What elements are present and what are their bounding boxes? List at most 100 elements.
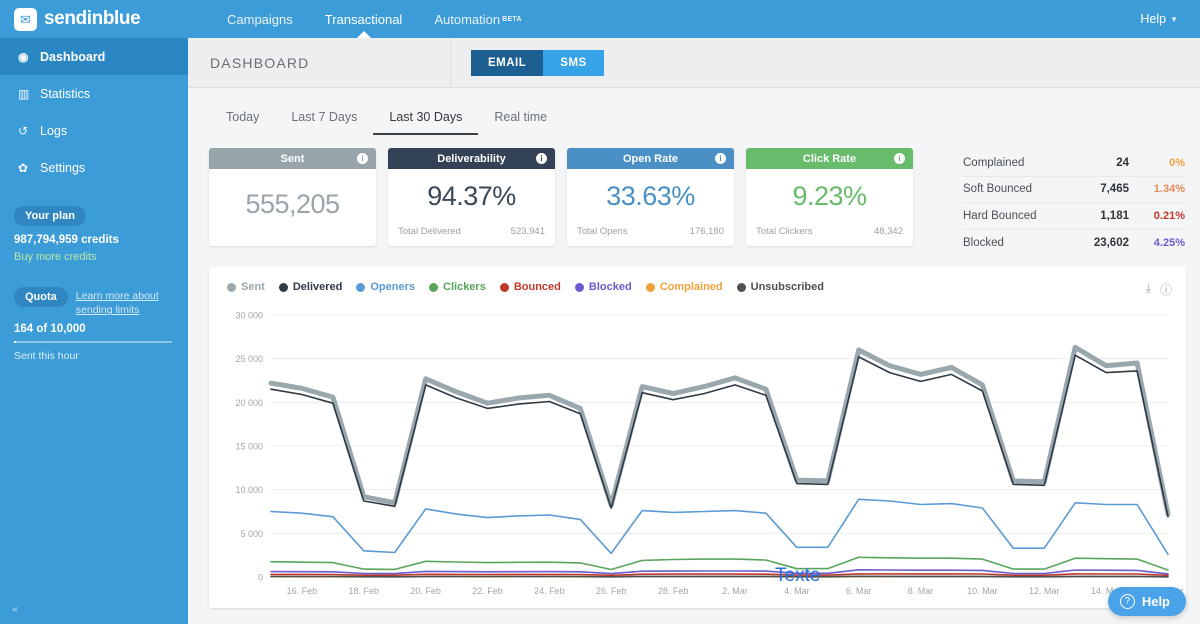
top-help-label: Help bbox=[1140, 12, 1167, 26]
top-nav-transactional[interactable]: Transactional bbox=[309, 0, 419, 38]
sidebar-item-settings-label: Settings bbox=[40, 160, 86, 175]
stat-card-open-rate-foot-label: Total Opens bbox=[577, 226, 628, 237]
stat-card-open-rate-footer: Total Opens 176,180 bbox=[567, 218, 734, 246]
stat-row-value: 7,465 bbox=[1100, 183, 1129, 196]
svg-text:6. Mar: 6. Mar bbox=[846, 586, 872, 596]
stat-card-sent: Sent i 555,205 bbox=[209, 148, 376, 246]
legend-item-blocked[interactable]: Blocked bbox=[574, 281, 632, 293]
legend-item-clickers[interactable]: Clickers bbox=[429, 281, 486, 293]
channel-email-button[interactable]: EMAIL bbox=[471, 49, 544, 76]
legend-swatch bbox=[645, 282, 655, 292]
stat-card-click-rate-title: Click Rate bbox=[802, 152, 857, 165]
quota-section: Quota Learn more about sending limits 16… bbox=[0, 287, 188, 362]
sidebar-item-settings[interactable]: ✿ Settings bbox=[0, 149, 188, 186]
stat-row-label: Complained bbox=[963, 156, 1025, 169]
stat-card-click-rate: Click Rate i 9.23% Total Clickers 48,342 bbox=[746, 148, 913, 246]
quota-count: 164 of 10,000 bbox=[14, 323, 86, 336]
legend-item-complained[interactable]: Complained bbox=[645, 281, 723, 293]
gauge-icon: ◉ bbox=[18, 49, 29, 64]
legend-item-delivered[interactable]: Delivered bbox=[278, 281, 343, 293]
legend-item-openers[interactable]: Openers bbox=[356, 281, 415, 293]
top-help-menu[interactable]: Help ▼ bbox=[1140, 12, 1178, 26]
plan-pill: Your plan bbox=[14, 206, 86, 226]
info-icon[interactable]: i bbox=[894, 153, 905, 164]
legend-label: Clickers bbox=[443, 281, 486, 293]
stat-card-sent-value: 555,205 bbox=[245, 189, 340, 219]
stat-row-pct: 1.34% bbox=[1153, 183, 1185, 196]
svg-text:10 000: 10 000 bbox=[235, 485, 263, 495]
sidebar-item-dashboard[interactable]: ◉ Dashboard bbox=[0, 38, 188, 75]
tab-today[interactable]: Today bbox=[210, 104, 275, 135]
legend-swatch bbox=[736, 282, 746, 292]
stat-card-deliverability: Deliverability i 94.37% Total Delivered … bbox=[388, 148, 555, 246]
legend-swatch bbox=[227, 282, 236, 292]
stat-card-click-rate-foot-value: 48,342 bbox=[873, 226, 903, 237]
chart-actions: ⤓ ⓘ bbox=[1146, 281, 1172, 298]
stat-card-deliverability-footer: Total Delivered 523,941 bbox=[388, 218, 555, 246]
top-nav-campaigns[interactable]: Campaigns bbox=[211, 0, 309, 38]
legend-label: Openers bbox=[370, 281, 416, 293]
chart-legend: Sent Delivered Openers Clickers Bounced … bbox=[209, 267, 1186, 293]
legend-item-sent[interactable]: Sent bbox=[227, 281, 265, 293]
top-nav-transactional-label: Transactional bbox=[324, 11, 403, 27]
sidebar: ◉ Dashboard ▥ Statistics ↺ Logs ✿ Settin… bbox=[0, 38, 188, 624]
date-range-tabs: Today Last 7 Days Last 30 Days Real time bbox=[210, 104, 563, 135]
svg-text:8. Mar: 8. Mar bbox=[908, 586, 934, 596]
info-icon[interactable]: ⓘ bbox=[1160, 281, 1172, 298]
plan-section: Your plan 987,794,959 credits Buy more c… bbox=[0, 206, 188, 263]
svg-text:22. Feb: 22. Feb bbox=[472, 586, 503, 596]
channel-toggle: EMAIL SMS bbox=[471, 49, 604, 76]
help-widget-button[interactable]: ? Help bbox=[1107, 587, 1186, 616]
sending-limits-link[interactable]: Learn more about sending limits bbox=[76, 289, 180, 317]
tab-last-30-days[interactable]: Last 30 Days bbox=[373, 104, 479, 135]
stat-row-label: Hard Bounced bbox=[963, 209, 1037, 222]
legend-label: Bounced bbox=[513, 281, 561, 293]
stat-card-open-rate-title: Open Rate bbox=[622, 152, 678, 165]
download-icon[interactable]: ⤓ bbox=[1146, 281, 1151, 298]
stat-card-deliverability-value: 94.37% bbox=[427, 181, 516, 211]
info-icon[interactable]: i bbox=[536, 153, 547, 164]
stat-card-sent-header: Sent i bbox=[209, 148, 376, 169]
gear-icon: ✿ bbox=[18, 160, 29, 175]
table-row: Hard Bounced 1,181 0.21% bbox=[963, 203, 1185, 230]
stat-card-open-rate-value: 33.63% bbox=[606, 181, 695, 211]
stat-row-value: 24 bbox=[1116, 156, 1129, 169]
legend-item-bounced[interactable]: Bounced bbox=[499, 281, 561, 293]
envelope-icon: ✉ bbox=[14, 7, 37, 31]
svg-text:0: 0 bbox=[258, 573, 263, 583]
chart-annotation: Texte bbox=[775, 565, 821, 586]
question-circle-icon: ? bbox=[1119, 594, 1135, 609]
brand-logo-area[interactable]: ✉ sendinblue bbox=[14, 7, 189, 31]
tab-real-time[interactable]: Real time bbox=[478, 104, 563, 135]
legend-label: Complained bbox=[659, 281, 723, 293]
stat-card-click-rate-value: 9.23% bbox=[792, 181, 867, 211]
tab-last-7-days[interactable]: Last 7 Days bbox=[275, 104, 373, 135]
legend-label: Delivered bbox=[292, 281, 343, 293]
sidebar-item-logs[interactable]: ↺ Logs bbox=[0, 112, 188, 149]
table-row: Blocked 23,602 4.25% bbox=[963, 230, 1185, 257]
stat-card-open-rate-header: Open Rate i bbox=[567, 148, 734, 169]
stat-card-open-rate-foot-value: 176,180 bbox=[689, 226, 724, 237]
top-nav-automation[interactable]: Automation BETA bbox=[418, 0, 538, 38]
sidebar-item-statistics[interactable]: ▥ Statistics bbox=[0, 75, 188, 112]
stat-card-click-rate-foot-label: Total Clickers bbox=[756, 226, 813, 237]
stat-row-label: Blocked bbox=[963, 236, 1004, 249]
quota-pill: Quota bbox=[14, 287, 68, 307]
chevron-down-icon: ▼ bbox=[1170, 14, 1178, 24]
buy-more-credits-link[interactable]: Buy more credits bbox=[14, 251, 188, 263]
svg-text:2. Mar: 2. Mar bbox=[722, 586, 748, 596]
chevron-double-left-icon[interactable]: « bbox=[6, 600, 24, 618]
legend-item-unsubscribed[interactable]: Unsubscribed bbox=[736, 281, 824, 293]
top-nav-campaigns-label: Campaigns bbox=[227, 11, 293, 27]
sidebar-item-dashboard-label: Dashboard bbox=[40, 49, 106, 64]
info-icon[interactable]: i bbox=[357, 153, 368, 164]
top-navigation-bar: ✉ sendinblue Campaigns Transactional Aut… bbox=[0, 0, 1200, 38]
bar-chart-icon: ▥ bbox=[18, 86, 30, 101]
info-icon[interactable]: i bbox=[715, 153, 726, 164]
channel-sms-button[interactable]: SMS bbox=[543, 49, 604, 76]
legend-label: Unsubscribed bbox=[750, 281, 824, 293]
stat-card-deliverability-title: Deliverability bbox=[437, 152, 506, 165]
legend-swatch bbox=[574, 282, 584, 292]
legend-swatch bbox=[356, 282, 366, 292]
table-row: Soft Bounced 7,465 1.34% bbox=[963, 177, 1185, 203]
